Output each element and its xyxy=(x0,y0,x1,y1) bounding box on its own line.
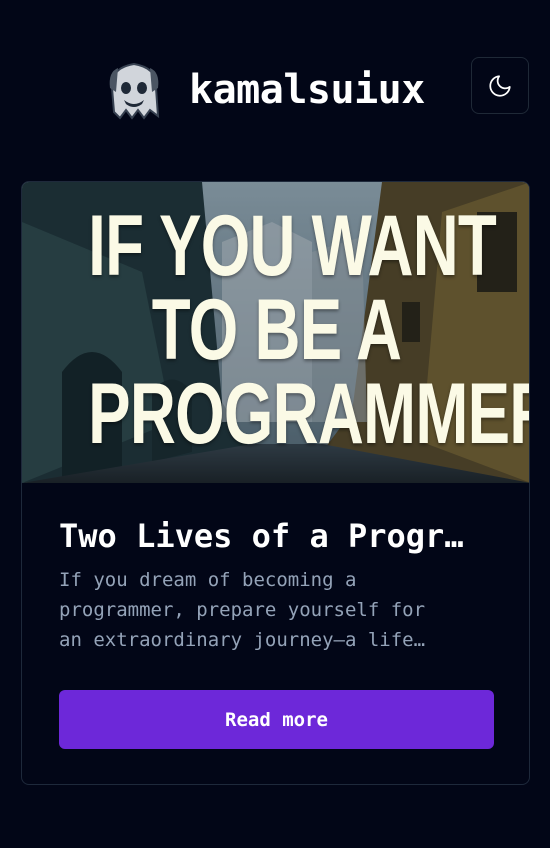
cover-headline: IF YOU WANT TO BE A PROGRAMMER xyxy=(88,198,530,462)
excerpt-line: If you dream of becoming a xyxy=(59,569,357,591)
excerpt-line: programmer, prepare yourself for xyxy=(59,599,426,621)
read-more-button[interactable]: Read more xyxy=(59,690,494,749)
site-header: kamalsuiux xyxy=(0,0,550,180)
moon-icon xyxy=(489,74,511,97)
excerpt-line: an extraordinary journey—a life… xyxy=(59,629,426,651)
post-card: IF YOU WANT TO BE A PROGRAMMER Two Lives… xyxy=(21,181,530,785)
site-brand[interactable]: kamalsuiux xyxy=(189,64,425,116)
theme-toggle-button[interactable] xyxy=(471,57,529,114)
post-excerpt: If you dream of becoming a programmer, p… xyxy=(59,565,479,655)
post-cover-image[interactable]: IF YOU WANT TO BE A PROGRAMMER xyxy=(22,182,530,483)
cover-headline-line: IF YOU WANT xyxy=(88,198,497,294)
cover-headline-line: PROGRAMMER xyxy=(88,366,530,462)
ghost-icon[interactable] xyxy=(104,58,164,122)
cover-headline-line: TO BE A xyxy=(151,282,402,378)
post-title[interactable]: Two Lives of a Progr… xyxy=(59,516,499,556)
